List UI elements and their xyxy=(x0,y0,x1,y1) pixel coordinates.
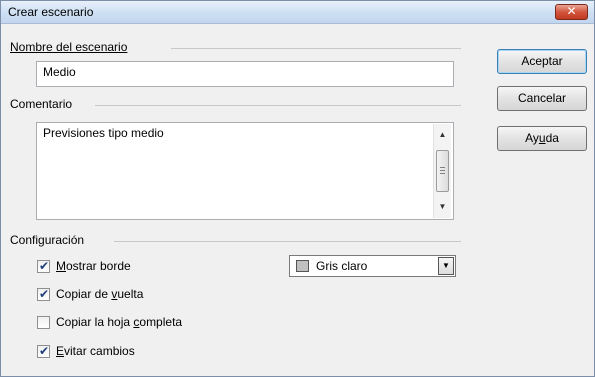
title-bar[interactable]: Crear escenario ✕ xyxy=(1,1,594,24)
name-label-text: Nombre del escenario xyxy=(10,40,128,54)
scroll-up-icon[interactable]: ▲ xyxy=(434,126,451,143)
check-icon: ✔ xyxy=(39,259,50,273)
copy-back-label: Copiar de vuelta xyxy=(56,287,144,301)
prevent-changes-label: Evitar cambios xyxy=(56,344,135,358)
scenario-name-input[interactable]: Medio xyxy=(36,61,454,87)
comment-textarea[interactable]: Previsiones tipo medio xyxy=(36,122,454,220)
name-group-divider xyxy=(171,48,461,49)
chevron-down-icon[interactable]: ▼ xyxy=(438,257,454,275)
color-swatch xyxy=(296,260,309,272)
config-group-label: Configuración xyxy=(10,233,89,247)
border-color-select[interactable]: Gris claro ▼ xyxy=(289,255,456,277)
border-color-value: Gris claro xyxy=(316,259,368,273)
accept-button[interactable]: Aceptar xyxy=(497,49,587,74)
dialog-window: Crear escenario ✕ Nombre del escenario M… xyxy=(0,0,595,377)
prevent-changes-checkbox[interactable]: ✔ xyxy=(37,344,50,358)
copy-entire-sheet-label: Copiar la hoja completa xyxy=(56,315,183,329)
copy-back-checkbox[interactable]: ✔ xyxy=(37,287,50,301)
comment-value: Previsiones tipo medio xyxy=(43,126,164,140)
scroll-thumb[interactable] xyxy=(436,150,449,192)
check-icon: ✔ xyxy=(39,344,50,358)
config-group-divider xyxy=(114,241,461,242)
cancel-button[interactable]: Cancelar xyxy=(497,86,587,111)
show-border-label: Mostrar borde xyxy=(56,259,131,273)
show-border-checkbox[interactable]: ✔ xyxy=(37,259,50,273)
name-group-label: Nombre del escenario xyxy=(10,40,132,54)
comment-scrollbar[interactable]: ▲ ▼ xyxy=(433,124,451,218)
scenario-name-value: Medio xyxy=(43,65,76,79)
dialog-title: Crear escenario xyxy=(8,5,94,19)
comment-group-label: Comentario xyxy=(10,97,77,111)
thumb-grip xyxy=(440,170,445,171)
scroll-down-icon[interactable]: ▼ xyxy=(434,198,451,215)
check-icon: ✔ xyxy=(39,287,50,301)
help-button[interactable]: Ayuda xyxy=(497,126,587,151)
copy-entire-sheet-checkbox[interactable] xyxy=(37,316,50,329)
comment-group-divider xyxy=(95,105,461,106)
close-icon: ✕ xyxy=(566,4,577,18)
thumb-grip xyxy=(440,167,445,168)
close-button[interactable]: ✕ xyxy=(555,4,588,20)
thumb-grip xyxy=(440,173,445,174)
